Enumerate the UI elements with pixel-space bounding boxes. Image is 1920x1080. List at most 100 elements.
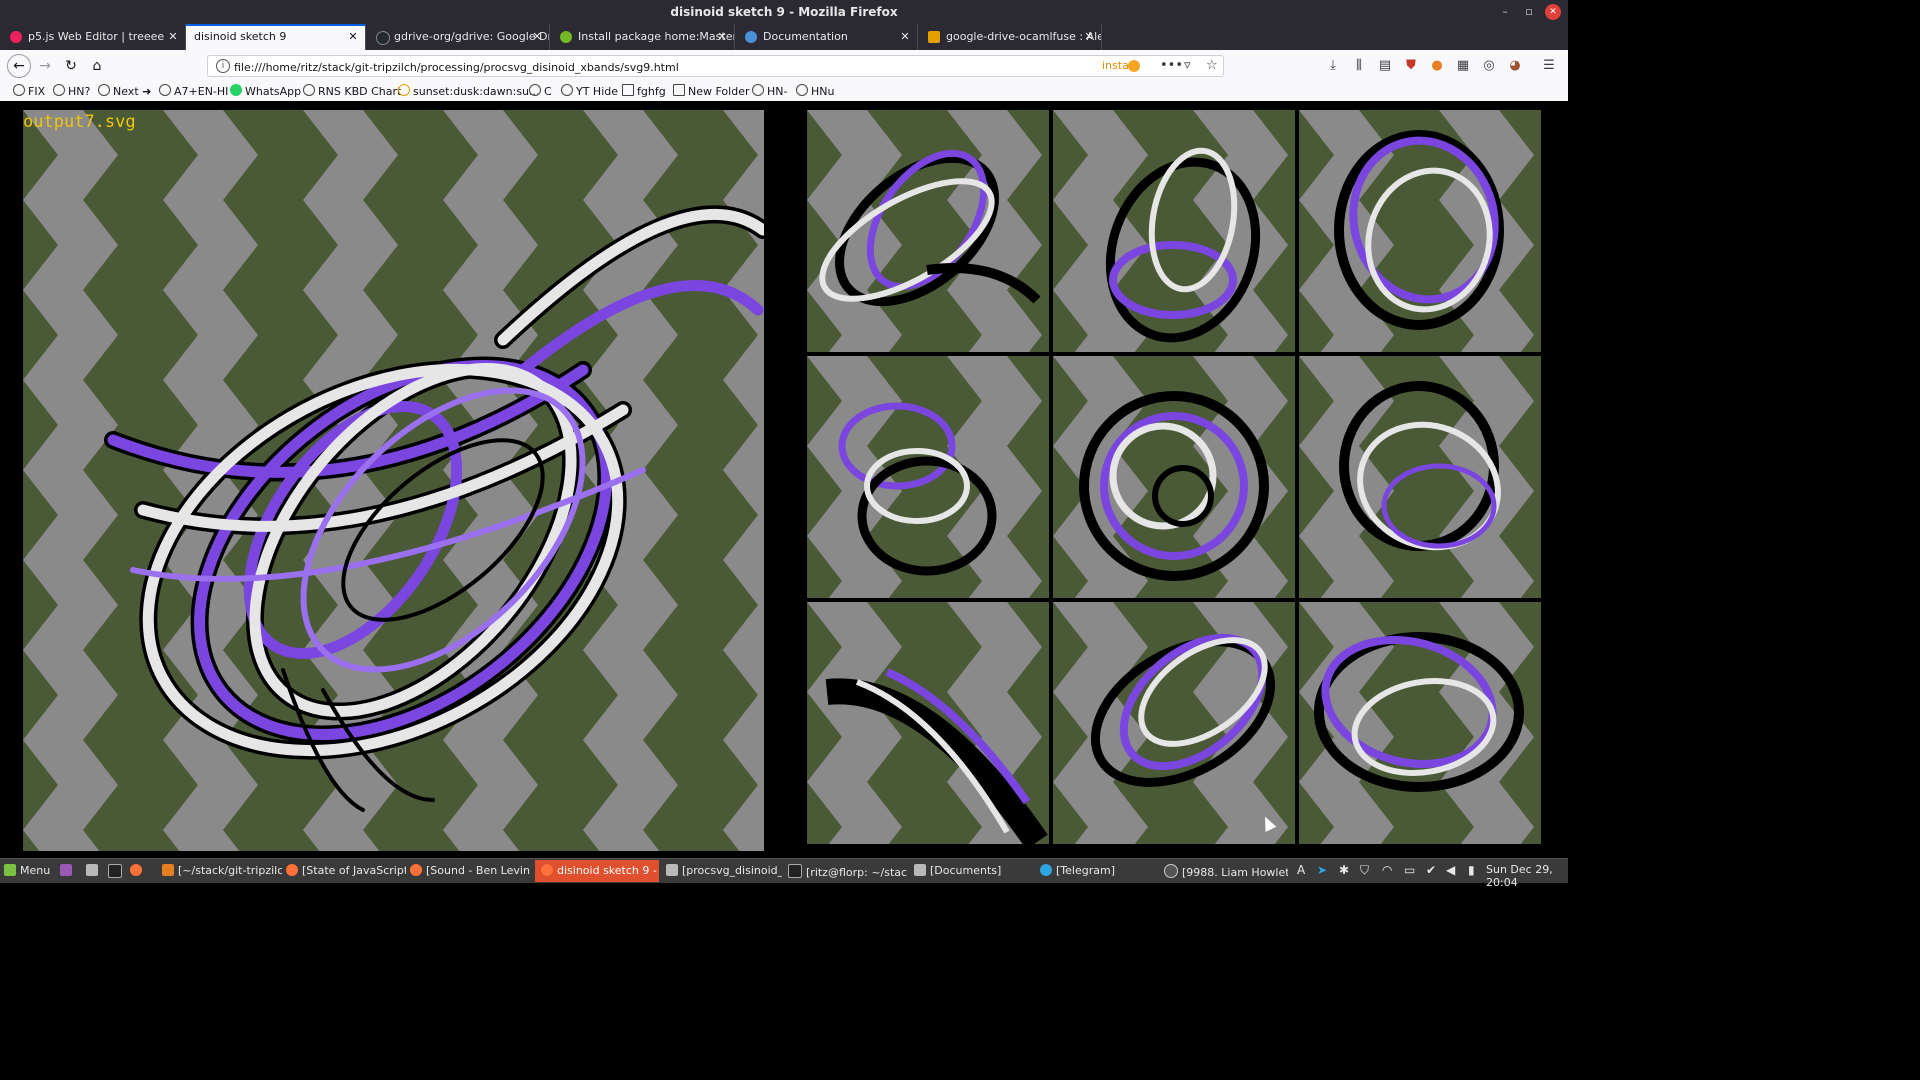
minimize-icon[interactable]: –: [1497, 4, 1513, 20]
thumbnail-4[interactable]: [807, 356, 1049, 598]
bookmark-folder-fghfg[interactable]: fghfg: [622, 84, 666, 98]
whatsapp-icon: [230, 84, 242, 96]
sublime-icon: [162, 864, 174, 876]
shield-tray-icon[interactable]: ⛉: [1360, 863, 1369, 878]
window-titlebar[interactable]: disinoid sketch 9 - Mozilla Firefox – ▫ …: [0, 0, 1568, 24]
close-tab-icon[interactable]: ✕: [716, 24, 728, 49]
audio-player-icon: [1164, 864, 1178, 878]
close-tab-icon[interactable]: ✕: [347, 26, 359, 48]
bookmark-sunset[interactable]: sunset:dusk:dawn:su...: [398, 84, 540, 98]
taskbar-window-procsvg[interactable]: [procsvg_disinoid_x...: [666, 864, 782, 877]
tab-disinoid-sketch[interactable]: disinoid sketch 9 ✕: [186, 24, 366, 50]
battery-icon[interactable]: ▮: [1468, 863, 1475, 877]
taskbar-window-audio-player[interactable]: [9988. Liam Howlett...: [1164, 864, 1288, 879]
extension-grid-icon[interactable]: ▦: [1455, 58, 1471, 74]
url-bar[interactable]: i insta ••• ▿ ☆: [207, 55, 1224, 77]
close-tab-icon[interactable]: ✕: [531, 24, 543, 49]
firefox-launcher[interactable]: [130, 864, 146, 877]
thumbnail-7[interactable]: [807, 602, 1049, 844]
forward-arrow-icon[interactable]: →: [34, 56, 56, 76]
taskbar-window-sound[interactable]: [Sound - Ben Levin - ...: [410, 864, 532, 877]
insta-extension-icon[interactable]: [1128, 60, 1140, 72]
bookmark-hn[interactable]: HN?: [53, 84, 90, 98]
bookmark-star-icon[interactable]: ☆: [1206, 58, 1218, 73]
home-icon[interactable]: ⌂: [86, 56, 108, 76]
globe-icon: [752, 84, 764, 96]
bookmark-yt-hide[interactable]: YT Hide: [561, 84, 618, 98]
ublock-shield-icon[interactable]: ⛊: [1403, 58, 1419, 74]
taskbar-window-disinoid[interactable]: disinoid sketch 9 - ...: [535, 860, 659, 882]
back-arrow-icon[interactable]: ←: [7, 54, 31, 78]
show-desktop-icon[interactable]: [60, 864, 76, 877]
thumbnail-2[interactable]: [1053, 110, 1295, 352]
library-icon[interactable]: ⫼: [1351, 58, 1367, 74]
maximize-icon[interactable]: ▫: [1521, 4, 1537, 20]
close-tab-icon[interactable]: ✕: [899, 24, 911, 49]
close-tab-icon[interactable]: ✕: [167, 24, 179, 49]
desktop-icon: [60, 864, 72, 876]
thumbnail-3[interactable]: [1299, 110, 1541, 352]
tab-gdrive[interactable]: gdrive-org/gdrive: Google Dr ✕: [366, 24, 550, 50]
page-actions-menu-icon[interactable]: •••: [1160, 58, 1183, 73]
url-input[interactable]: [232, 58, 1096, 76]
extension-dial-icon[interactable]: ◎: [1481, 58, 1497, 74]
extension-icon[interactable]: ●: [1429, 58, 1445, 74]
taskbar-window-ritz-terminal[interactable]: [ritz@florp: ~/stack/...: [788, 864, 908, 879]
svg-filename-label: output7.svg: [23, 112, 136, 132]
taskbar-window-state-of-js[interactable]: [State of JavaScript ...: [286, 864, 406, 877]
volume-icon[interactable]: ◀: [1446, 863, 1455, 877]
downloads-icon[interactable]: ⤓: [1325, 58, 1341, 74]
profile-avatar-icon[interactable]: ◕: [1507, 58, 1523, 74]
telegram-tray-icon[interactable]: ➤: [1317, 863, 1327, 877]
bookmark-hn-minus[interactable]: HN-: [752, 84, 787, 98]
wifi-icon[interactable]: ◠: [1382, 863, 1392, 877]
bookmark-hnu[interactable]: HNu: [796, 84, 834, 98]
thumbnail-6[interactable]: [1299, 356, 1541, 598]
close-icon[interactable]: ✕: [1545, 4, 1561, 20]
start-menu-button[interactable]: Menu: [4, 864, 50, 877]
thumbnail-8[interactable]: [1053, 602, 1295, 844]
globe-icon: [303, 84, 315, 96]
bookmark-folder-new-folder[interactable]: New Folder: [673, 84, 749, 98]
bookmark-a7-en-hi[interactable]: A7+EN-HI: [159, 84, 228, 98]
pocket-icon[interactable]: ▿: [1184, 58, 1191, 73]
reload-icon[interactable]: ↻: [60, 56, 82, 76]
keyboard-layout-icon[interactable]: A: [1297, 863, 1305, 877]
file-manager-launcher[interactable]: [86, 864, 102, 877]
taskbar-window-terminal[interactable]: [~/stack/git-tripzilch...: [162, 864, 282, 877]
thumbnail-5[interactable]: [1053, 356, 1295, 598]
close-tab-icon[interactable]: ✕: [1083, 24, 1095, 49]
hamburger-menu-icon[interactable]: ☰: [1541, 58, 1557, 74]
window-title: disinoid sketch 9 - Mozilla Firefox: [670, 5, 898, 19]
terminal-launcher[interactable]: [108, 864, 126, 879]
bookmark-fix[interactable]: FIX: [13, 84, 45, 98]
update-check-icon[interactable]: ✔: [1426, 863, 1436, 877]
site-info-icon[interactable]: i: [216, 59, 230, 73]
clock[interactable]: Sun Dec 29, 20:04: [1486, 863, 1568, 889]
firefox-icon: [410, 864, 422, 876]
tab-label: google-drive-ocamlfuse : Ale: [946, 30, 1102, 43]
bookmark-whatsapp[interactable]: WhatsApp: [230, 84, 301, 98]
bookmark-rns-kbd-chart[interactable]: RNS KBD Chart: [303, 84, 401, 98]
thumbnail-artwork: [1053, 356, 1295, 598]
bookmark-c[interactable]: C: [529, 84, 552, 98]
insta-extension-label[interactable]: insta: [1102, 59, 1129, 72]
tab-p5js[interactable]: p5.js Web Editor | treeee ✕: [0, 24, 186, 50]
bookmark-next[interactable]: Next ➜: [98, 84, 151, 98]
tab-documentation[interactable]: Documentation ✕: [735, 24, 918, 50]
bluetooth-icon[interactable]: ✱: [1339, 863, 1349, 877]
network-icon[interactable]: ▭: [1404, 863, 1415, 877]
thumbnail-1[interactable]: [807, 110, 1049, 352]
tab-google-drive-ocamlfuse[interactable]: google-drive-ocamlfuse : Ale ✕: [918, 24, 1102, 50]
globe-icon: [561, 84, 573, 96]
taskbar-window-telegram[interactable]: [Telegram]: [1040, 864, 1150, 877]
sun-icon: [398, 84, 410, 96]
thumbnail-9[interactable]: [1299, 602, 1541, 844]
sidebar-icon[interactable]: ▤: [1377, 58, 1393, 74]
globe-icon: [796, 84, 808, 96]
firefox-icon: [286, 864, 298, 876]
thumbnail-artwork: [1053, 110, 1295, 352]
taskbar-window-documents[interactable]: [Documents]: [914, 864, 1024, 877]
tab-install-package[interactable]: Install package home:Master ✕: [550, 24, 735, 50]
folder-icon: [622, 84, 634, 96]
